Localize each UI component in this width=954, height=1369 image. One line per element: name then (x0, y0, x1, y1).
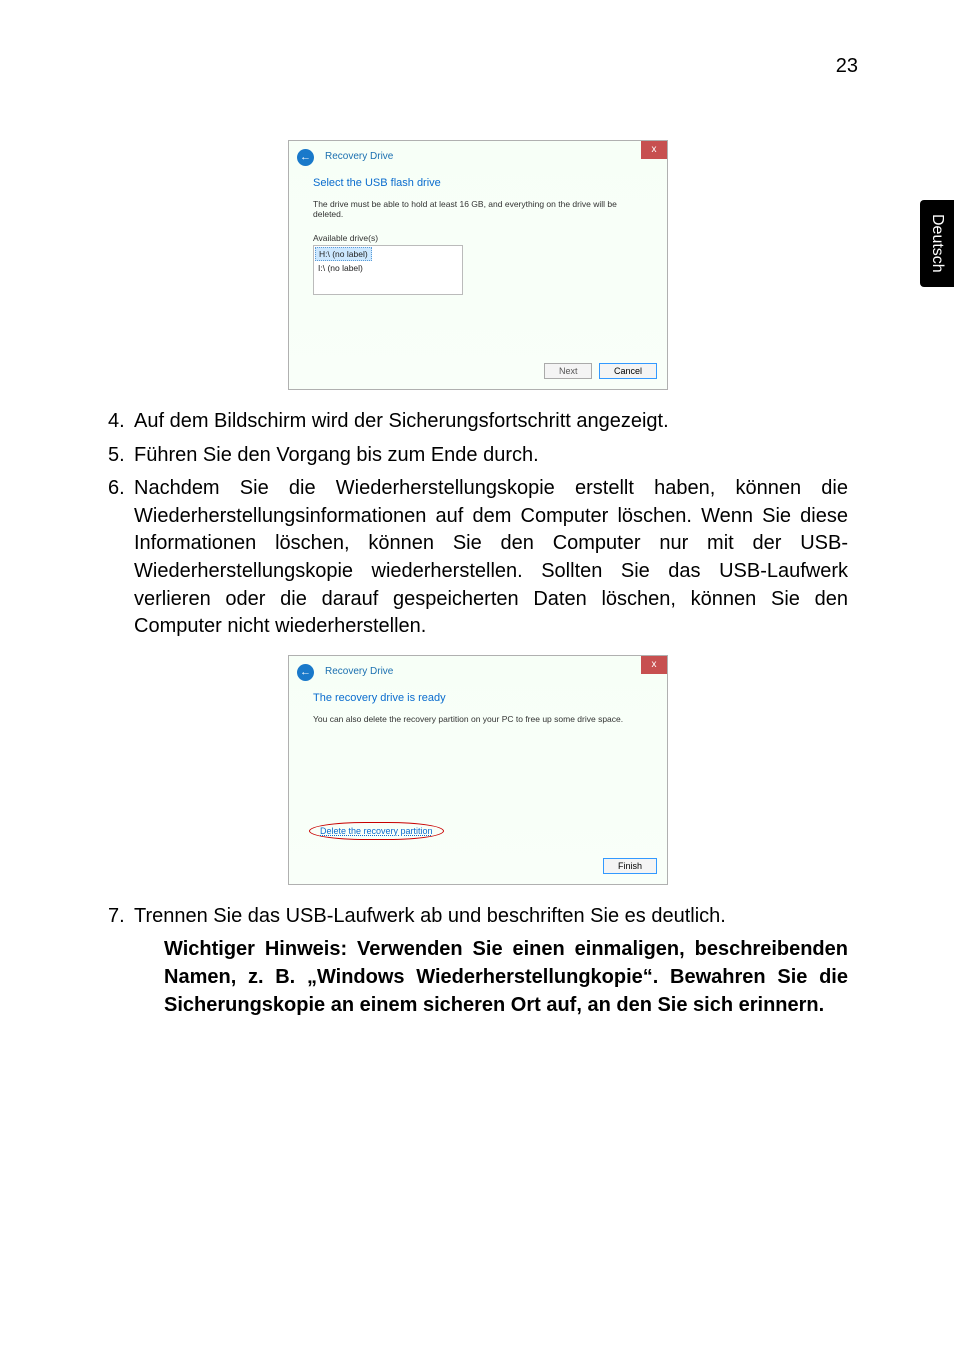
delete-recovery-partition-link[interactable]: Delete the recovery partition (320, 826, 433, 836)
step-number: 6. (108, 475, 134, 641)
dialog-heading: The recovery drive is ready (313, 692, 643, 704)
step-4: 4. Auf dem Bildschirm wird der Sicherung… (108, 408, 848, 436)
back-arrow-icon[interactable]: ← (297, 149, 314, 166)
highlight-oval: Delete the recovery partition (309, 822, 444, 840)
page-content: x ← Recovery Drive Select the USB flash … (108, 140, 848, 1019)
dialog-titlebar: x ← Recovery Drive (289, 656, 667, 682)
step-text: Nachdem Sie die Wiederherstellungskopie … (134, 475, 848, 641)
back-arrow-icon[interactable]: ← (297, 664, 314, 681)
step-text: Trennen Sie das USB-Laufwerk ab und besc… (134, 903, 848, 931)
instruction-list: 4. Auf dem Bildschirm wird der Sicherung… (108, 408, 848, 641)
dialog-title: Recovery Drive (325, 151, 393, 162)
step-number: 5. (108, 442, 134, 470)
cancel-button[interactable]: Cancel (599, 363, 657, 379)
finish-button[interactable]: Finish (603, 858, 657, 874)
step-6: 6. Nachdem Sie die Wiederherstellungskop… (108, 475, 848, 641)
screenshot-2-wrap: x ← Recovery Drive The recovery drive is… (108, 655, 848, 885)
dialog-heading: Select the USB flash drive (313, 177, 643, 189)
drive-item-selected[interactable]: H:\ (no label) (315, 247, 372, 261)
step-number: 7. (108, 903, 134, 931)
dialog-body: The recovery drive is ready You can also… (289, 682, 667, 852)
instruction-list-2: 7. Trennen Sie das USB-Laufwerk ab und b… (108, 903, 848, 931)
language-tab: Deutsch (920, 200, 954, 287)
step-7: 7. Trennen Sie das USB-Laufwerk ab und b… (108, 903, 848, 931)
close-icon[interactable]: x (641, 656, 667, 674)
drive-listbox[interactable]: H:\ (no label) I:\ (no label) (313, 245, 463, 295)
page-number: 23 (836, 55, 858, 78)
dialog-footer: Finish (289, 852, 667, 884)
available-drives-label: Available drive(s) (313, 233, 643, 243)
dialog-titlebar: x ← Recovery Drive (289, 141, 667, 167)
dialog-body: Select the USB flash drive The drive mus… (289, 167, 667, 357)
screenshot-1-wrap: x ← Recovery Drive Select the USB flash … (108, 140, 848, 390)
dialog-title: Recovery Drive (325, 666, 393, 677)
delete-partition-highlight: Delete the recovery partition (309, 822, 444, 840)
step-5: 5. Führen Sie den Vorgang bis zum Ende d… (108, 442, 848, 470)
dialog-instruction: The drive must be able to hold at least … (313, 199, 643, 219)
next-button[interactable]: Next (544, 363, 593, 379)
dialog-instruction: You can also delete the recovery partiti… (313, 714, 643, 724)
important-note: Wichtiger Hinweis: Verwenden Sie einen e… (164, 936, 848, 1019)
step-text: Führen Sie den Vorgang bis zum Ende durc… (134, 442, 848, 470)
recovery-drive-dialog-ready: x ← Recovery Drive The recovery drive is… (288, 655, 668, 885)
dialog-footer: Next Cancel (289, 357, 667, 389)
recovery-drive-dialog-select: x ← Recovery Drive Select the USB flash … (288, 140, 668, 390)
drive-item[interactable]: I:\ (no label) (314, 262, 462, 274)
step-text: Auf dem Bildschirm wird der Sicherungsfo… (134, 408, 848, 436)
step-number: 4. (108, 408, 134, 436)
close-icon[interactable]: x (641, 141, 667, 159)
